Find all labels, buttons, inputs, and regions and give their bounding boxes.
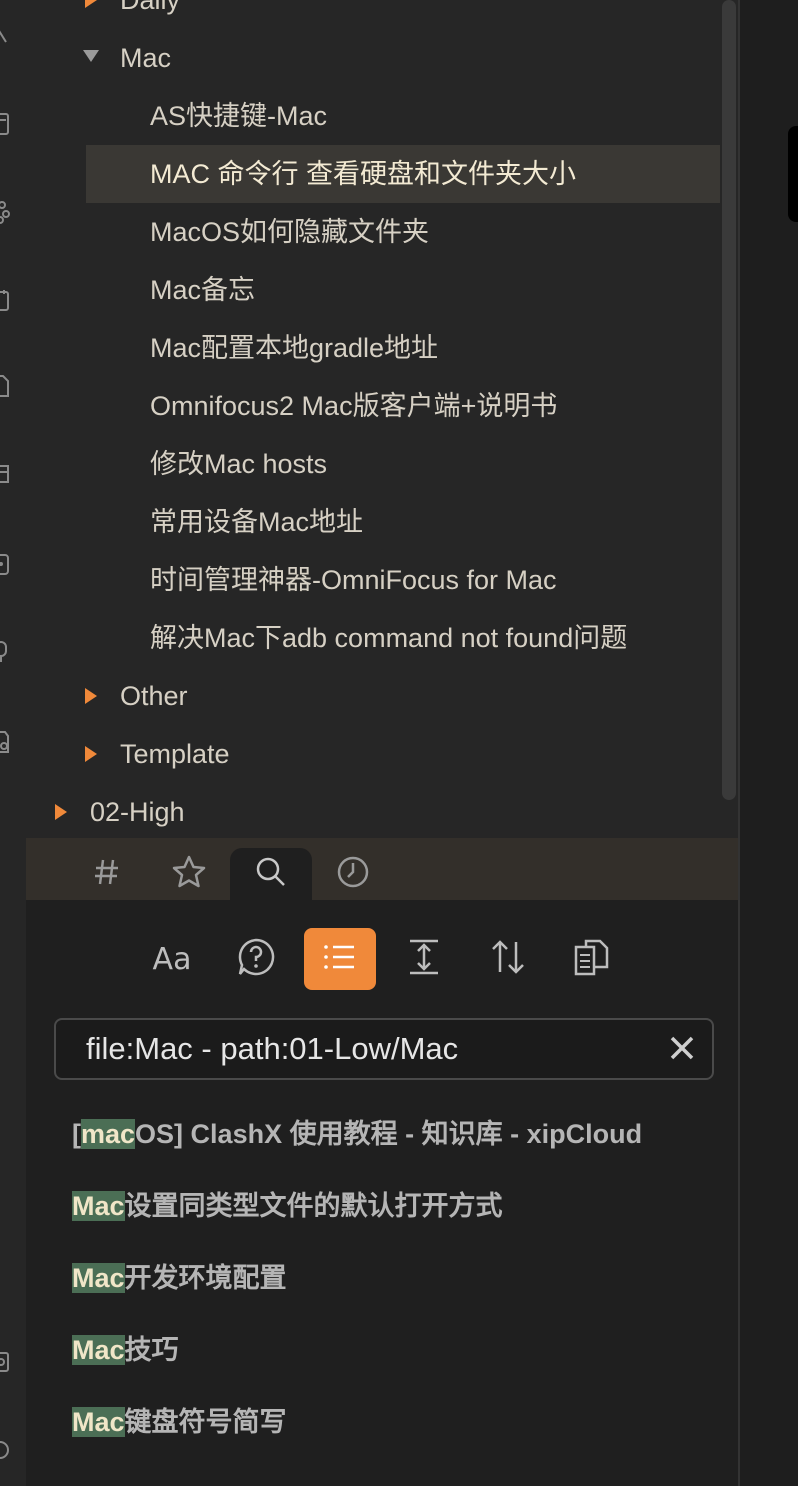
list-icon	[320, 937, 360, 982]
clock-icon	[335, 854, 371, 895]
sort-icon	[488, 937, 528, 982]
folder-02-high[interactable]: 02-High	[26, 783, 720, 838]
search-pane: Aa [macOS] ClashX 使用教程 - 知识库 - xipCloud …	[26, 900, 738, 1486]
file-item[interactable]: MacOS如何隐藏文件夹	[26, 203, 720, 261]
file-label: AS快捷键-Mac	[150, 101, 328, 131]
search-result[interactable]: Mac设置同类型文件的默认打开方式	[72, 1186, 503, 1226]
copy-results-button[interactable]	[556, 928, 628, 990]
result-suffix: OS] ClashX 使用教程 - 知识库 - xipCloud	[135, 1119, 643, 1149]
folder-label: Other	[120, 681, 188, 711]
folder-label: Daily	[120, 0, 181, 15]
file-explorer: Daily Mac AS快捷键-Mac MAC 命令行 查看硬盘和文件夹大小 M…	[26, 0, 720, 838]
help-icon	[236, 937, 276, 982]
file-label: MacOS如何隐藏文件夹	[150, 217, 430, 247]
tab-tags[interactable]	[66, 848, 148, 900]
file-icon[interactable]	[0, 374, 12, 398]
file-label: Omnifocus2 Mac版客户端+说明书	[150, 391, 558, 421]
tab-starred[interactable]	[148, 848, 230, 900]
scrollbar-thumb[interactable]	[722, 0, 736, 800]
book-icon[interactable]	[0, 462, 12, 486]
file-label: MAC 命令行 查看硬盘和文件夹大小	[150, 159, 577, 189]
explorer-scrollbar[interactable]	[720, 0, 738, 838]
explain-query-button[interactable]	[220, 928, 292, 990]
search-box	[54, 1018, 714, 1080]
folder-label: 02-High	[90, 797, 185, 827]
file-item-active[interactable]: MAC 命令行 查看硬盘和文件夹大小	[86, 145, 720, 203]
file-label: 时间管理神器-OmniFocus for Mac	[150, 565, 557, 595]
search-result[interactable]: Mac技巧	[72, 1330, 179, 1370]
match-case-button[interactable]: Aa	[136, 928, 208, 990]
file-label: 修改Mac hosts	[150, 449, 328, 479]
clipboard-icon[interactable]	[0, 552, 12, 576]
chevron-right-icon[interactable]	[54, 783, 74, 838]
result-suffix: 技巧	[124, 1335, 179, 1365]
result-match: Mac	[72, 1407, 125, 1437]
daily-note-icon[interactable]	[0, 112, 12, 136]
search-result[interactable]: Mac键盘符号简写	[72, 1402, 287, 1442]
folder-mac[interactable]: Mac	[26, 29, 720, 87]
file-label: 解决Mac下adb command not found问题	[150, 623, 628, 653]
folder-other[interactable]: Other	[26, 667, 720, 725]
result-suffix: 键盘符号简写	[124, 1407, 287, 1437]
result-prefix: [	[72, 1119, 81, 1149]
hash-icon	[89, 854, 125, 895]
sort-button[interactable]	[472, 928, 544, 990]
result-match: Mac	[72, 1263, 125, 1293]
star-icon	[171, 854, 207, 895]
file-item[interactable]: Omnifocus2 Mac版客户端+说明书	[26, 377, 720, 435]
file-item[interactable]: AS快捷键-Mac	[26, 87, 720, 145]
result-suffix: 设置同类型文件的默认打开方式	[124, 1191, 503, 1221]
calendar-icon[interactable]	[0, 288, 12, 312]
search-input[interactable]	[84, 1026, 648, 1072]
search-result[interactable]: Mac开发环境配置	[72, 1258, 287, 1298]
chevron-right-icon[interactable]	[84, 0, 104, 29]
close-icon[interactable]	[668, 1034, 696, 1062]
result-match: mac	[81, 1119, 136, 1149]
chevron-right-icon[interactable]	[84, 667, 104, 725]
search-result[interactable]: [macOS] ClashX 使用教程 - 知识库 - xipCloud	[72, 1114, 642, 1154]
tab-search[interactable]	[230, 848, 312, 900]
chevron-right-icon[interactable]	[84, 725, 104, 783]
left-ribbon	[0, 0, 26, 1486]
settings-file-icon[interactable]	[0, 730, 12, 754]
match-case-icon: Aa	[152, 941, 192, 977]
file-item[interactable]: Mac配置本地gradle地址	[26, 319, 720, 377]
folder-daily[interactable]: Daily	[26, 0, 720, 29]
tab-recent[interactable]	[312, 848, 394, 900]
folder-label: Mac	[120, 43, 172, 73]
copy-icon	[572, 937, 612, 982]
file-item[interactable]: 解决Mac下adb command not found问题	[26, 609, 720, 667]
show-more-context-button[interactable]	[388, 928, 460, 990]
folder-template[interactable]: Template	[26, 725, 720, 783]
result-suffix: 开发环境配置	[124, 1263, 287, 1293]
microphone-icon[interactable]	[0, 640, 12, 664]
result-match: Mac	[72, 1335, 125, 1365]
folder-label: Template	[120, 739, 230, 769]
file-item[interactable]: Mac备忘	[26, 261, 720, 319]
editor-pane	[740, 0, 798, 1486]
command-icon[interactable]	[0, 22, 12, 46]
panel-tab-bar	[26, 838, 738, 900]
file-label: Mac备忘	[150, 275, 256, 305]
file-item[interactable]: 常用设备Mac地址	[26, 493, 720, 551]
file-label: 常用设备Mac地址	[150, 507, 364, 537]
graph-icon[interactable]	[0, 200, 12, 224]
file-label: Mac配置本地gradle地址	[150, 333, 439, 363]
file-item[interactable]: 时间管理神器-OmniFocus for Mac	[26, 551, 720, 609]
file-item[interactable]: 修改Mac hosts	[26, 435, 720, 493]
chevron-down-icon[interactable]	[82, 29, 102, 87]
search-icon	[253, 854, 289, 895]
result-match: Mac	[72, 1191, 125, 1221]
vault-icon[interactable]	[0, 1350, 12, 1374]
collapse-results-button[interactable]	[304, 928, 376, 990]
sidebar-toggle-handle[interactable]	[788, 126, 798, 222]
collapse-expand-icon	[404, 937, 444, 982]
help-circle-icon[interactable]	[0, 1438, 12, 1462]
